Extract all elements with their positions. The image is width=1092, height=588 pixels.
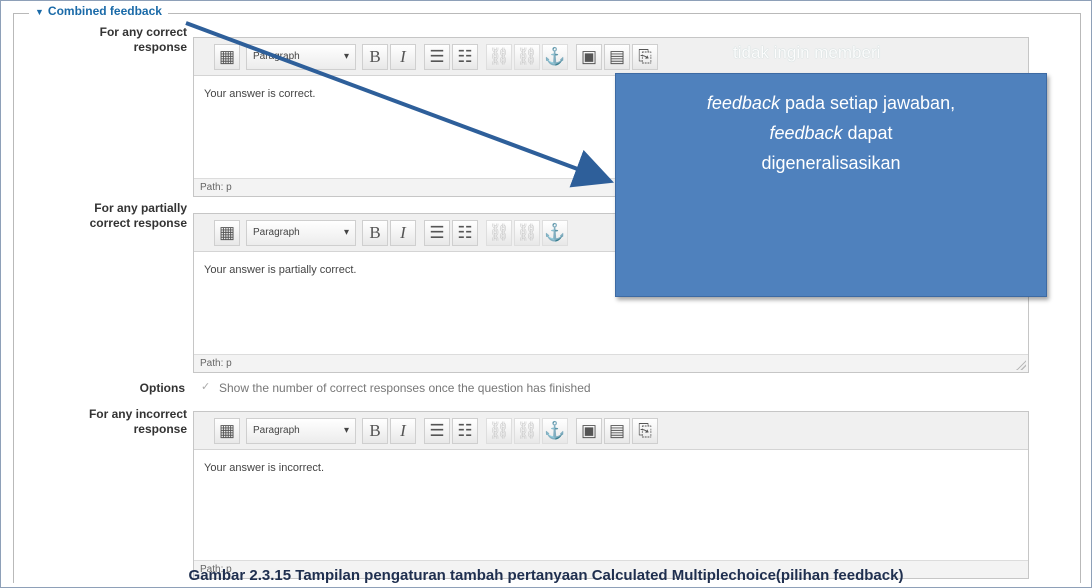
- incorrect-feedback-label: For any incorrect response: [7, 407, 187, 437]
- resize-handle-icon[interactable]: [1016, 360, 1026, 370]
- callout-text: feedback pada setiap jawaban, feedback d…: [616, 88, 1046, 178]
- options-checkbox-text: Show the number of correct responses onc…: [219, 381, 591, 395]
- italic-icon[interactable]: I: [390, 417, 416, 444]
- callout-top-text: tidak ingin memberi: [733, 43, 881, 62]
- partial-feedback-label: For any partially correct response: [7, 201, 187, 231]
- image-icon[interactable]: ▣: [576, 43, 602, 70]
- chevron-down-icon: ▾: [343, 227, 349, 238]
- label-line: response: [133, 40, 187, 54]
- paste-icon[interactable]: ⎘: [632, 417, 658, 444]
- callout-em: feedback: [769, 123, 843, 143]
- label-line: response: [133, 422, 187, 436]
- show-correct-count-checkbox[interactable]: ✓: [201, 381, 213, 393]
- callout-line-1: feedback pada setiap jawaban,: [616, 88, 1046, 118]
- correct-feedback-label: For any correct response: [7, 25, 187, 55]
- callout-em: feedback: [706, 93, 780, 113]
- format-select[interactable]: Paragraph ▾: [246, 417, 356, 444]
- anchor-icon[interactable]: ⚓: [542, 43, 568, 70]
- legend-text: Combined feedback: [47, 4, 162, 18]
- media-icon[interactable]: ▤: [604, 43, 630, 70]
- combined-feedback-legend[interactable]: ▼ Combined feedback: [29, 3, 168, 19]
- media-icon[interactable]: ▤: [604, 417, 630, 444]
- editor-icon[interactable]: ▦: [214, 43, 240, 70]
- bullet-list-icon[interactable]: ☰: [424, 43, 450, 70]
- label-line: For any incorrect: [88, 407, 187, 421]
- label-line: For any correct: [99, 25, 187, 39]
- label-line: correct response: [89, 216, 187, 230]
- chevron-down-icon: ▾: [343, 425, 349, 436]
- editor-toolbar: ▦ Paragraph ▾ B I ☰ ☷ ⛓ ⛓ ⚓ ▣ ▤ ⎘: [194, 38, 1028, 76]
- anchor-icon[interactable]: ⚓: [542, 417, 568, 444]
- bullet-list-icon[interactable]: ☰: [424, 219, 450, 246]
- link-icon[interactable]: ⛓: [486, 417, 512, 444]
- callout-line-3: digeneralisasikan: [761, 153, 901, 173]
- link-icon[interactable]: ⛓: [486, 43, 512, 70]
- unlink-icon[interactable]: ⛓: [514, 43, 540, 70]
- image-icon[interactable]: ▣: [576, 417, 602, 444]
- format-select[interactable]: Paragraph ▾: [246, 43, 356, 70]
- format-value: Paragraph: [253, 51, 300, 62]
- numbered-list-icon[interactable]: ☷: [452, 417, 478, 444]
- editor-content[interactable]: Your answer is incorrect.: [194, 450, 1028, 486]
- link-icon[interactable]: ⛓: [486, 219, 512, 246]
- editor-icon[interactable]: ▦: [214, 417, 240, 444]
- screenshot-frame: ▼ Combined feedback For any correct respo…: [0, 0, 1092, 588]
- options-row: Options ✓ Show the number of correct res…: [11, 379, 911, 397]
- bullet-list-icon[interactable]: ☰: [424, 417, 450, 444]
- editor-toolbar: ▦ Paragraph ▾ B I ☰ ☷ ⛓ ⛓ ⚓ ▣ ▤ ⎘: [194, 412, 1028, 450]
- options-label: Options: [139, 381, 185, 395]
- italic-icon[interactable]: I: [390, 219, 416, 246]
- collapse-triangle-icon: ▼: [35, 7, 44, 17]
- figure-caption: Gambar 2.3.15 Tampilan pengaturan tambah…: [188, 567, 904, 584]
- format-value: Paragraph: [253, 425, 300, 436]
- format-value: Paragraph: [253, 227, 300, 238]
- callout-rest: pada setiap jawaban,: [779, 93, 956, 113]
- unlink-icon[interactable]: ⛓: [514, 417, 540, 444]
- anchor-icon[interactable]: ⚓: [542, 219, 568, 246]
- callout-line-2: feedback dapat: [616, 118, 1046, 148]
- incorrect-feedback-editor[interactable]: ▦ Paragraph ▾ B I ☰ ☷ ⛓ ⛓ ⚓ ▣ ▤ ⎘ Your an…: [193, 411, 1029, 579]
- editor-icon[interactable]: ▦: [214, 219, 240, 246]
- chevron-down-icon: ▾: [343, 51, 349, 62]
- italic-icon[interactable]: I: [390, 43, 416, 70]
- label-line: For any partially: [94, 201, 187, 215]
- paste-icon[interactable]: ⎘: [632, 43, 658, 70]
- numbered-list-icon[interactable]: ☷: [452, 219, 478, 246]
- numbered-list-icon[interactable]: ☷: [452, 43, 478, 70]
- format-select[interactable]: Paragraph ▾: [246, 219, 356, 246]
- callout-rest: dapat: [842, 123, 893, 143]
- bold-icon[interactable]: B: [362, 43, 388, 70]
- callout-box: feedback pada setiap jawaban, feedback d…: [615, 73, 1047, 297]
- bold-icon[interactable]: B: [362, 417, 388, 444]
- editor-path: Path: p: [194, 354, 1028, 372]
- bold-icon[interactable]: B: [362, 219, 388, 246]
- unlink-icon[interactable]: ⛓: [514, 219, 540, 246]
